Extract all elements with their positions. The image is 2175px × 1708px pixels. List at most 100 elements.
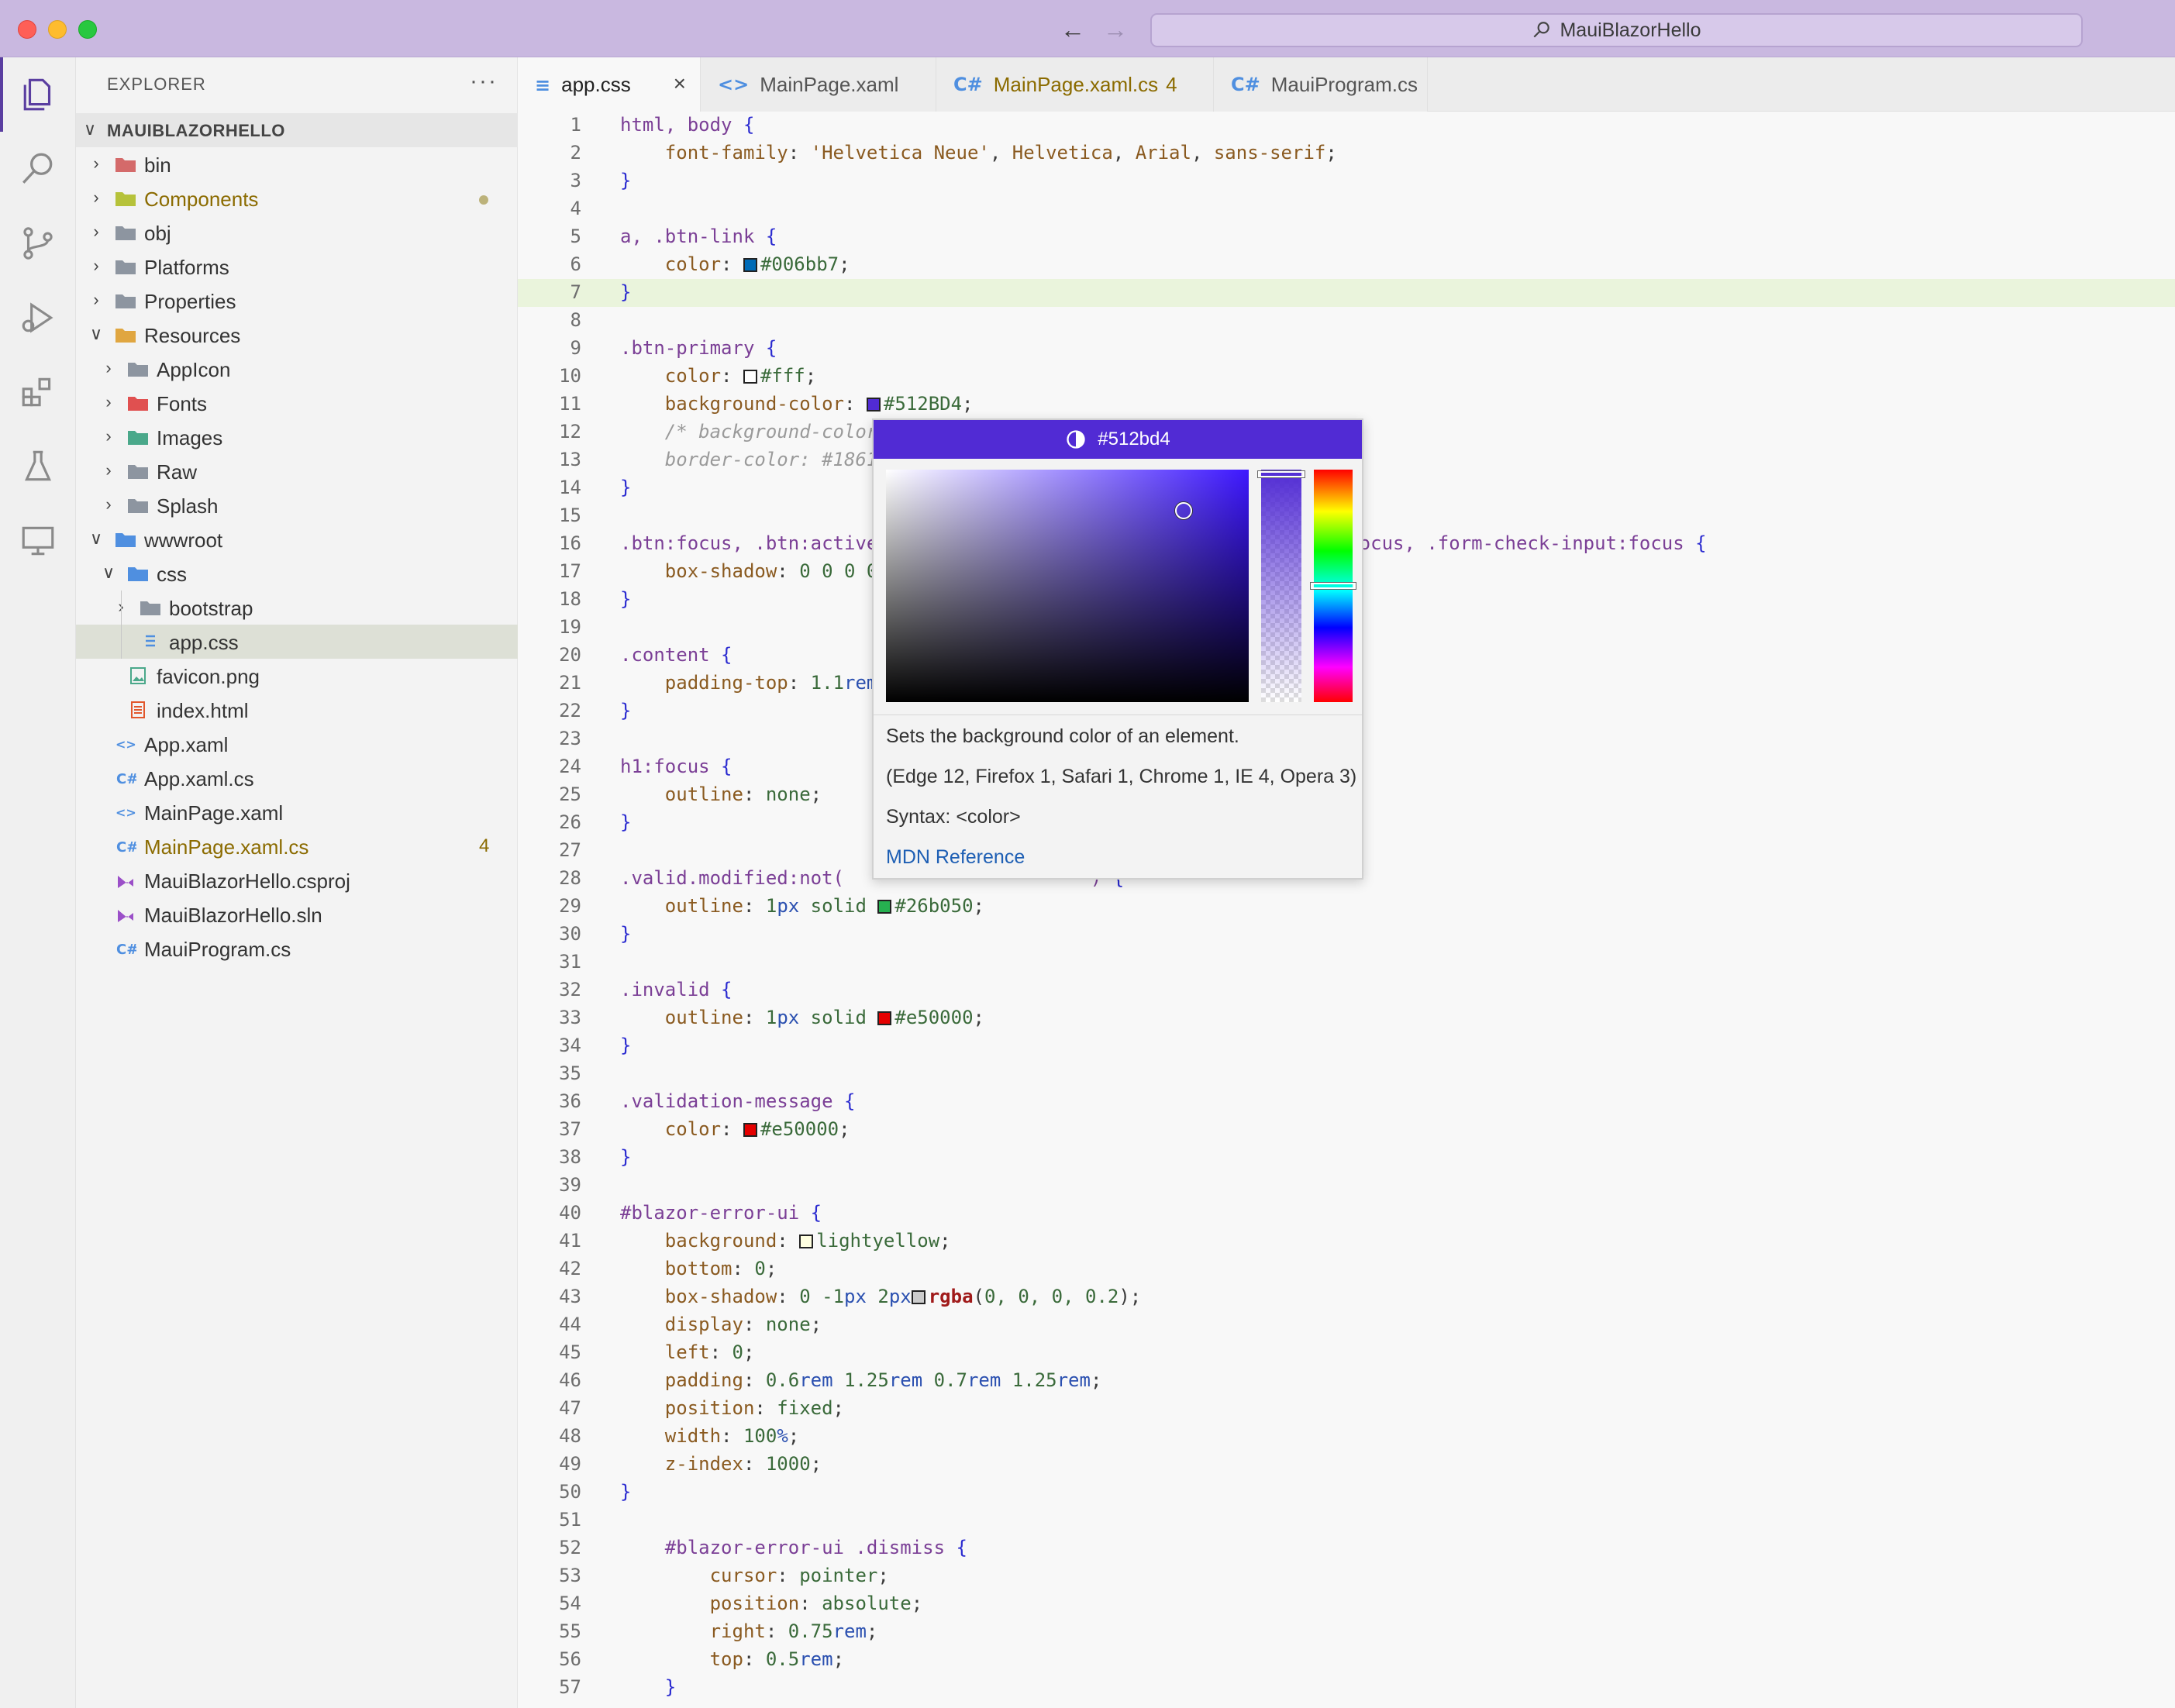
tree-item-platforms[interactable]: › Platforms (76, 250, 518, 284)
code-line[interactable]: 8 (518, 307, 2175, 335)
code-line[interactable]: 50} (518, 1479, 2175, 1507)
tree-item-app-xaml[interactable]: <> App.xaml (76, 727, 518, 761)
tree-item-mainpage-xaml[interactable]: <> MainPage.xaml (76, 795, 518, 829)
code-line[interactable]: 36 .validation-message { (518, 1088, 2175, 1116)
color-swatch[interactable] (743, 258, 757, 272)
tree-item-appicon[interactable]: › AppIcon (76, 352, 518, 386)
tree-item-mauiprogram-cs[interactable]: C# MauiProgram.cs (76, 931, 518, 966)
tree-item-raw[interactable]: › Raw (76, 454, 518, 488)
code-line[interactable]: 9 .btn-primary { (518, 335, 2175, 363)
tree-item-bootstrap[interactable]: ›bootstrap (76, 591, 518, 625)
minimize-window-button[interactable] (48, 20, 67, 39)
code-line[interactable]: 46 padding: 0.6rem 1.25rem 0.7rem 1.25re… (518, 1367, 2175, 1395)
color-swatch[interactable] (743, 1123, 757, 1137)
code-line[interactable]: 5 a, .btn-link { (518, 223, 2175, 251)
code-line[interactable]: 32 .invalid { (518, 976, 2175, 1004)
color-picker-header[interactable]: #512bd4 (874, 420, 1362, 459)
code-line[interactable]: 30} (518, 921, 2175, 949)
source-control-icon[interactable] (0, 206, 76, 281)
code-editor[interactable]: 1 html, body {2 font-family: 'Helvetica N… (518, 112, 2175, 1708)
tree-item-favicon-png[interactable]: favicon.png (76, 659, 518, 693)
code-line[interactable]: 34} (518, 1032, 2175, 1060)
code-line[interactable]: 40 #blazor-error-ui { (518, 1200, 2175, 1228)
tree-item-bin[interactable]: › bin (76, 147, 518, 181)
code-line[interactable]: 7} (518, 279, 2175, 307)
remote-explorer-icon[interactable] (0, 504, 76, 578)
tree-item-mauiblazorhello-sln[interactable]: MauiBlazorHello.sln (76, 897, 518, 931)
tree-item-properties[interactable]: › Properties (76, 284, 518, 318)
zoom-window-button[interactable] (78, 20, 97, 39)
tab-mainpage-xaml-cs[interactable]: C# MainPage.xaml.cs 4 (936, 57, 1214, 112)
saturation-handle[interactable] (1175, 502, 1192, 519)
code-line[interactable]: 51 (518, 1507, 2175, 1534)
workspace-root-folder[interactable]: ∨ MAUIBLAZORHELLO (76, 113, 518, 147)
opacity-handle[interactable] (1258, 471, 1305, 477)
code-line[interactable]: 33 outline: 1px solid #e50000; (518, 1004, 2175, 1032)
close-icon[interactable]: × (674, 71, 686, 96)
code-line[interactable]: 41 background: lightyellow; (518, 1228, 2175, 1255)
code-line[interactable]: 45 left: 0; (518, 1339, 2175, 1367)
code-line[interactable]: 39 (518, 1172, 2175, 1200)
tree-item-app-css[interactable]: app.css (76, 625, 518, 659)
code-line[interactable]: 6 color: #006bb7; (518, 251, 2175, 279)
run-debug-icon[interactable] (0, 281, 76, 355)
explorer-icon[interactable] (0, 57, 76, 132)
code-line[interactable]: 54 position: absolute; (518, 1590, 2175, 1618)
code-line[interactable]: 52 #blazor-error-ui .dismiss { (518, 1534, 2175, 1562)
code-line[interactable]: 38} (518, 1144, 2175, 1172)
code-line[interactable]: 47 position: fixed; (518, 1395, 2175, 1423)
tree-item-images[interactable]: › Images (76, 420, 518, 454)
tree-item-mainpage-xaml-cs[interactable]: C# MainPage.xaml.cs 4 (76, 829, 518, 863)
saturation-brightness-box[interactable] (886, 470, 1249, 702)
tree-item-mauiblazorhello-csproj[interactable]: MauiBlazorHello.csproj (76, 863, 518, 897)
code-line[interactable]: 10 color: #fff; (518, 363, 2175, 391)
code-line[interactable]: 31 (518, 949, 2175, 976)
code-line[interactable]: 1 html, body { (518, 112, 2175, 139)
tree-item-css[interactable]: ∨ css (76, 556, 518, 591)
go-back-icon[interactable]: ← (1060, 14, 1085, 45)
code-line[interactable]: 37 color: #e50000; (518, 1116, 2175, 1144)
tab-app-css[interactable]: ≡ app.css × (518, 57, 701, 112)
color-swatch[interactable] (877, 900, 892, 914)
tree-item-resources[interactable]: ∨ Resources (76, 318, 518, 352)
code-line[interactable]: 48 width: 100%; (518, 1423, 2175, 1451)
tree-item-fonts[interactable]: › Fonts (76, 386, 518, 420)
code-line[interactable]: 53 cursor: pointer; (518, 1562, 2175, 1590)
color-swatch[interactable] (866, 398, 881, 412)
color-swatch[interactable] (743, 370, 757, 384)
code-line[interactable]: 49 z-index: 1000; (518, 1451, 2175, 1479)
opacity-strip[interactable] (1261, 470, 1301, 702)
tree-item-splash[interactable]: › Splash (76, 488, 518, 522)
color-swatch[interactable] (877, 1011, 892, 1025)
code-line[interactable]: 11 background-color: #512BD4; (518, 391, 2175, 418)
hue-handle[interactable] (1311, 583, 1356, 589)
extensions-icon[interactable] (0, 355, 76, 429)
tree-item-app-xaml-cs[interactable]: C# App.xaml.cs (76, 761, 518, 795)
color-swatch[interactable] (799, 1235, 814, 1248)
tree-item-index-html[interactable]: index.html (76, 693, 518, 727)
code-line[interactable]: 2 font-family: 'Helvetica Neue', Helveti… (518, 139, 2175, 167)
code-line[interactable]: 44 display: none; (518, 1311, 2175, 1339)
code-line[interactable]: 42 bottom: 0; (518, 1255, 2175, 1283)
code-line[interactable]: 4 (518, 195, 2175, 223)
tree-item-components[interactable]: › Components (76, 181, 518, 215)
code-line[interactable]: 29 outline: 1px solid #26b050; (518, 893, 2175, 921)
tree-item-obj[interactable]: › obj (76, 215, 518, 250)
search-icon[interactable] (0, 132, 76, 206)
color-swatch[interactable] (911, 1290, 925, 1304)
mdn-reference-link[interactable]: MDN Reference (886, 846, 1025, 869)
command-center-search[interactable]: MauiBlazorHello (1150, 13, 2083, 47)
go-forward-icon[interactable]: → (1103, 14, 1128, 45)
close-window-button[interactable] (18, 20, 36, 39)
code-line[interactable]: 35 (518, 1060, 2175, 1088)
code-line[interactable]: 56 top: 0.5rem; (518, 1646, 2175, 1674)
tab-mauiprogram-cs[interactable]: C# MauiProgram.cs (1214, 57, 1428, 112)
code-line[interactable]: 55 right: 0.75rem; (518, 1618, 2175, 1646)
code-line[interactable]: 43 box-shadow: 0 -1px 2px rgba(0, 0, 0, 0… (518, 1283, 2175, 1311)
tree-item-wwwroot[interactable]: ∨ wwwroot (76, 522, 518, 556)
more-actions-icon[interactable]: ··· (470, 68, 498, 95)
code-line[interactable]: 3} (518, 167, 2175, 195)
testing-icon[interactable] (0, 429, 76, 504)
code-line[interactable]: 57 } (518, 1674, 2175, 1702)
tab-mainpage-xaml[interactable]: <> MainPage.xaml (701, 57, 936, 112)
